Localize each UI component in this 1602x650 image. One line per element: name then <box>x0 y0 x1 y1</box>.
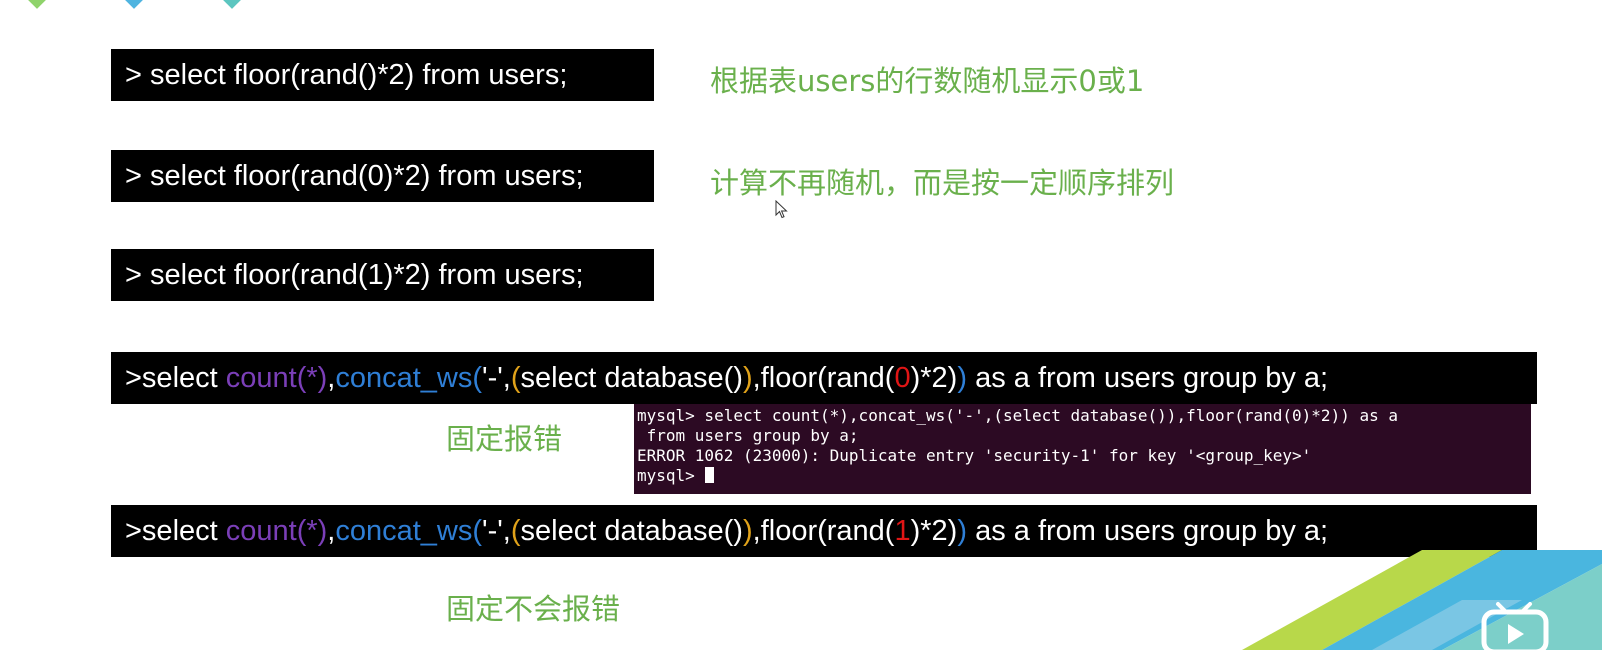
note-random-0-or-1: 根据表users的行数随机显示0或1 <box>710 64 1145 98</box>
top-decoration-green <box>27 0 47 9</box>
code-segment: select database() <box>520 515 743 547</box>
terminal-prompt: mysql> <box>637 466 695 485</box>
code-segment: ) <box>957 362 968 394</box>
code-line-4: >select count(*),concat_ws('-',(select d… <box>111 352 1537 404</box>
mysql-terminal: mysql> select count(*),concat_ws('-',(se… <box>634 404 1531 494</box>
mouse-cursor-icon <box>775 200 788 219</box>
code-segment: )*2) <box>910 362 958 394</box>
code-segment: count(*) <box>225 515 328 547</box>
code-segment: ,floor(rand( <box>752 362 895 394</box>
code-segment: concat_ws( <box>335 362 483 394</box>
code-segment: >select <box>125 362 226 394</box>
top-decoration-teal <box>222 0 242 9</box>
terminal-line-3: ERROR 1062 (23000): Duplicate entry 'sec… <box>637 446 1312 465</box>
note-fixed-error: 固定报错 <box>446 422 563 456</box>
code-segment: ,floor(rand( <box>752 515 895 547</box>
code-line-1: > select floor(rand()*2) from users; <box>111 49 654 101</box>
code-segment: concat_ws( <box>335 515 483 547</box>
code-segment: > select floor(rand()*2) from users; <box>125 59 568 91</box>
note-fixed-no-error: 固定不会报错 <box>446 592 621 626</box>
terminal-prompt-line: mysql> <box>637 466 1528 486</box>
note-fixed-order: 计算不再随机，而是按一定顺序排列 <box>710 166 1175 200</box>
code-segment: as a from users group by a; <box>967 515 1329 547</box>
terminal-line-1: mysql> select count(*),concat_ws('-',(se… <box>637 406 1398 425</box>
code-segment: '-', <box>482 362 511 394</box>
code-segment: 1 <box>894 515 911 547</box>
bilibili-tv-icon <box>1481 602 1549 650</box>
code-segment: '-', <box>482 515 511 547</box>
code-line-3: > select floor(rand(1)*2) from users; <box>111 249 654 301</box>
top-decoration-blue <box>124 0 144 9</box>
code-line-2: > select floor(rand(0)*2) from users; <box>111 150 654 202</box>
terminal-cursor <box>704 467 714 483</box>
code-segment: > select floor(rand(0)*2) from users; <box>125 160 584 192</box>
code-segment: ) <box>742 362 753 394</box>
code-segment: >select <box>125 515 226 547</box>
code-segment: > select floor(rand(1)*2) from users; <box>125 259 584 291</box>
code-segment: select database() <box>520 362 743 394</box>
code-segment: 0 <box>894 362 911 394</box>
code-segment: ( <box>510 515 521 547</box>
code-segment: )*2) <box>910 515 958 547</box>
code-segment: ) <box>742 515 753 547</box>
terminal-line-2: from users group by a; <box>637 426 859 445</box>
code-segment: count(*) <box>225 362 328 394</box>
code-segment: as a from users group by a; <box>967 362 1329 394</box>
code-segment: ( <box>510 362 521 394</box>
code-segment: ) <box>957 515 968 547</box>
